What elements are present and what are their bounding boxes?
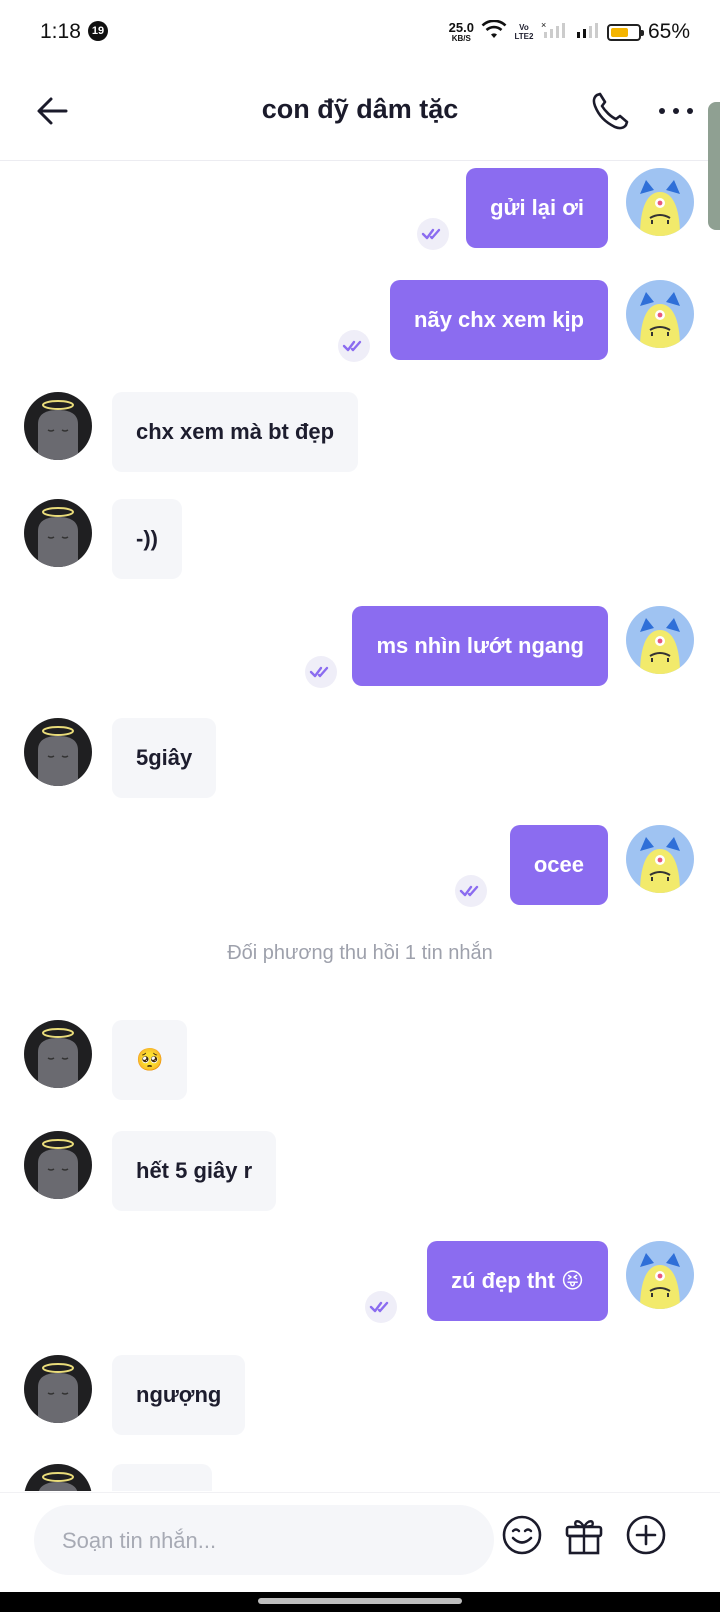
- battery-percent: 65%: [647, 20, 690, 43]
- my-avatar[interactable]: [626, 280, 694, 348]
- emoji-button[interactable]: [498, 1511, 546, 1559]
- message-row-outgoing: ocee: [0, 825, 720, 915]
- system-message: Đối phương thu hồi 1 tin nhắn: [227, 942, 493, 964]
- chat-header: con đỹ dâm tặc: [0, 64, 720, 161]
- contact-avatar[interactable]: [24, 1131, 92, 1199]
- composer-bar: [0, 1492, 720, 1593]
- read-receipt: [455, 875, 487, 907]
- message-row-incoming-partial: [0, 1464, 720, 1491]
- notification-badge: 19: [88, 21, 108, 41]
- status-icons: 25.0 KB/S Vo LTE2 × 65%: [449, 18, 690, 46]
- read-receipt: [417, 218, 449, 250]
- message-row-outgoing: ms nhìn lướt ngang: [0, 606, 720, 696]
- phone-icon: [592, 92, 629, 130]
- read-receipt: [338, 330, 370, 362]
- more-dots-icon: [659, 108, 693, 114]
- svg-text:×: ×: [541, 20, 546, 30]
- gift-icon: [565, 1520, 603, 1555]
- message-input[interactable]: [60, 1505, 484, 1577]
- contact-avatar[interactable]: [24, 392, 92, 460]
- emoji-face-icon: [502, 1515, 542, 1555]
- message-row-outgoing: nãy chx xem kịp: [0, 280, 720, 370]
- double-check-icon: [309, 666, 329, 678]
- contact-avatar[interactable]: [24, 1464, 92, 1491]
- message-bubble-incoming[interactable]: 5giây: [112, 718, 217, 798]
- message-row-incoming: 🥺: [0, 1020, 720, 1100]
- gift-button[interactable]: [560, 1511, 608, 1559]
- message-row-outgoing: zú đẹp tht 😝: [0, 1241, 720, 1331]
- message-bubble-incoming[interactable]: 🥺: [112, 1020, 188, 1100]
- message-bubble-incoming[interactable]: hết 5 giây r: [112, 1131, 277, 1211]
- plus-circle-icon: [626, 1515, 666, 1555]
- status-bar: 1:18 19 25.0 KB/S Vo LTE2 × 65%: [0, 0, 720, 64]
- message-row-incoming: hết 5 giây r: [0, 1131, 720, 1211]
- contact-avatar[interactable]: [24, 718, 92, 786]
- message-bubble-outgoing[interactable]: ocee: [509, 825, 608, 905]
- battery-level: [610, 27, 628, 37]
- message-bubble-incoming[interactable]: [112, 1464, 212, 1491]
- volte-label: Vo LTE2: [514, 23, 534, 41]
- message-bubble-outgoing[interactable]: zú đẹp tht 😝: [427, 1241, 608, 1321]
- net-speed-unit: KB/S: [451, 34, 471, 43]
- net-speed: 25.0 KB/S: [449, 21, 474, 43]
- message-bubble-incoming[interactable]: chx xem mà bt đẹp: [112, 392, 359, 472]
- message-bubble-outgoing[interactable]: nãy chx xem kịp: [390, 280, 608, 360]
- message-row-outgoing: gửi lại ơi: [0, 168, 720, 258]
- signal-sim1-icon: ×: [541, 20, 567, 45]
- message-bubble-incoming[interactable]: ngượng: [112, 1355, 246, 1435]
- contact-avatar[interactable]: [24, 1020, 92, 1088]
- add-attachment-button[interactable]: [622, 1511, 670, 1559]
- contact-avatar[interactable]: [24, 1355, 92, 1423]
- my-avatar[interactable]: [626, 168, 694, 236]
- message-row-incoming: chx xem mà bt đẹp: [0, 392, 720, 472]
- wifi-icon: [481, 19, 507, 45]
- my-avatar[interactable]: [626, 1241, 694, 1309]
- read-receipt: [305, 656, 337, 688]
- message-bubble-outgoing[interactable]: gửi lại ơi: [466, 168, 608, 248]
- my-avatar[interactable]: [626, 606, 694, 674]
- message-bubble-outgoing[interactable]: ms nhìn lướt ngang: [352, 606, 608, 686]
- more-options-button[interactable]: [656, 88, 700, 134]
- my-avatar[interactable]: [626, 825, 694, 893]
- signal-sim2-icon: [574, 20, 600, 45]
- system-nav-bar: [0, 1592, 720, 1612]
- double-check-icon: [369, 1301, 389, 1313]
- net-speed-value: 25.0: [448, 20, 474, 35]
- read-receipt: [365, 1291, 397, 1323]
- message-row-incoming: 5giây: [0, 718, 720, 798]
- status-time: 1:18: [40, 20, 81, 43]
- double-check-icon: [342, 340, 362, 352]
- message-list[interactable]: gửi lại ơi nãy chx xem kịp chx xem mà bt…: [0, 161, 720, 1491]
- message-bubble-incoming[interactable]: -)): [112, 499, 182, 579]
- message-input-wrapper: [34, 1505, 494, 1577]
- call-button[interactable]: [588, 88, 632, 134]
- double-check-icon: [421, 228, 441, 240]
- double-check-icon: [459, 885, 479, 897]
- battery-icon: [606, 23, 644, 41]
- message-row-incoming: ngượng: [0, 1355, 720, 1435]
- message-row-incoming: -)): [0, 499, 720, 579]
- home-gesture-bar[interactable]: [258, 1598, 462, 1604]
- contact-avatar[interactable]: [24, 499, 92, 567]
